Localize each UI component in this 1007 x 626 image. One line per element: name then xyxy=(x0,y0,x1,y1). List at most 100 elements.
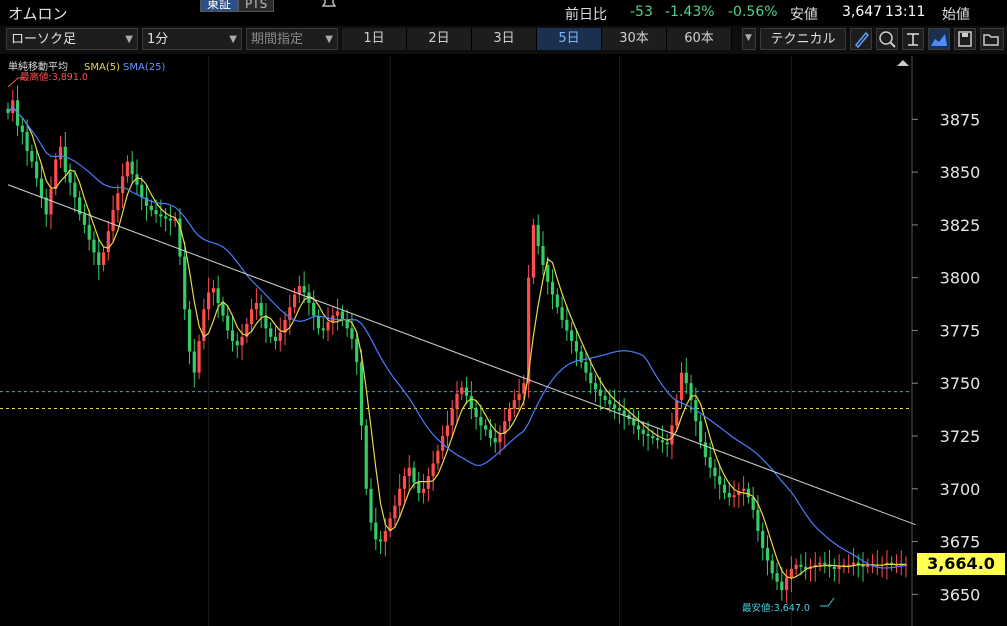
y-tick-label: 3675 xyxy=(940,533,981,552)
prev-close-label: 前日比 xyxy=(565,7,607,23)
export-icon xyxy=(907,33,919,46)
candle-body xyxy=(718,476,722,485)
candle-body xyxy=(770,560,774,574)
bell-icon[interactable] xyxy=(319,0,339,10)
chevron-down-icon: ▼ xyxy=(745,33,752,43)
candle-body xyxy=(727,493,731,498)
candle-body xyxy=(784,577,789,591)
low-annotation: 最安値:3,647.0 xyxy=(742,602,810,614)
candle-body xyxy=(484,425,488,430)
draw-button[interactable] xyxy=(850,28,872,50)
zoom-button[interactable] xyxy=(876,28,898,50)
exchange-tab-tse[interactable]: 東証 xyxy=(200,0,239,12)
candle-body xyxy=(82,214,87,225)
range-tab-5d[interactable]: 5日 xyxy=(537,28,602,50)
candle-body xyxy=(479,417,483,426)
legend-sma25: SMA(25) xyxy=(123,62,165,73)
candle-body xyxy=(402,476,407,489)
current-price-label: 3,664.0 xyxy=(917,553,1005,575)
candle-body xyxy=(97,252,101,265)
range-tab-2d[interactable]: 2日 xyxy=(407,28,472,50)
candle-body xyxy=(250,309,254,325)
candle-body xyxy=(412,467,416,483)
open-label: 始値 xyxy=(942,7,970,23)
candle-body xyxy=(584,362,588,373)
folder-icon xyxy=(983,34,999,46)
candle-body xyxy=(536,224,540,246)
candle-body xyxy=(732,495,736,498)
candle-body xyxy=(269,328,273,337)
toolbar: ローソク足 ▼ 1分 ▼ 期間指定 ▼ 1日 2日 3日 5日 30本 60本 … xyxy=(0,26,1007,54)
candle-body xyxy=(421,488,426,493)
candle-body xyxy=(359,362,364,426)
candle-body xyxy=(851,562,856,565)
candle-body xyxy=(20,125,24,132)
output-button[interactable] xyxy=(902,28,924,50)
period-select[interactable]: 期間指定 ▼ xyxy=(246,28,338,50)
open-folder-button[interactable] xyxy=(980,28,1004,50)
candle-body xyxy=(670,425,674,445)
candle-body xyxy=(340,311,344,320)
candle-body xyxy=(761,531,765,548)
candle-body xyxy=(741,488,746,491)
candle-body xyxy=(651,436,655,439)
technical-button[interactable]: テクニカル xyxy=(760,28,846,50)
candle-body xyxy=(555,294,559,308)
candle-body xyxy=(264,315,268,329)
save-button[interactable] xyxy=(954,28,976,50)
chevron-down-icon: ▼ xyxy=(125,34,133,45)
interval-select[interactable]: 1分 ▼ xyxy=(142,28,242,50)
range-dropdown-button[interactable]: ▼ xyxy=(742,28,756,50)
quote-time: 13:11 xyxy=(885,4,926,20)
interval-value: 1分 xyxy=(147,32,169,47)
candle-body xyxy=(364,425,368,489)
candle-body xyxy=(660,440,664,443)
candle-body xyxy=(823,562,827,565)
range-tab-30bars[interactable]: 30本 xyxy=(602,28,667,50)
candle-body xyxy=(565,319,569,331)
candle-body xyxy=(713,467,717,477)
candle-body xyxy=(507,408,512,422)
candle-body xyxy=(636,425,641,430)
candlestick-chart[interactable]: 3650 3675 3700 3725 3750 3775 3800 3825 3850 3875… xyxy=(0,56,1007,626)
candle-body xyxy=(54,159,58,189)
candle-body xyxy=(345,319,349,329)
candle-body xyxy=(369,488,373,523)
candle-body xyxy=(321,328,325,331)
candle-body xyxy=(665,442,669,445)
candle-body xyxy=(722,484,727,493)
candle-body xyxy=(512,400,516,409)
candle-body xyxy=(92,239,96,253)
candle-body xyxy=(617,408,622,411)
candle-body xyxy=(546,265,550,282)
change-value: -53 xyxy=(630,4,653,20)
exchange-tab-pts[interactable]: PTS xyxy=(238,0,275,12)
candle-body xyxy=(278,332,282,341)
candle-body xyxy=(646,433,650,436)
range-tab-1d[interactable]: 1日 xyxy=(342,28,407,50)
chart-type-select[interactable]: ローソク足 ▼ xyxy=(6,28,138,50)
candle-body xyxy=(488,429,493,439)
candle-body xyxy=(192,351,196,373)
range-tab-3d[interactable]: 3日 xyxy=(472,28,537,50)
change-pct: -1.43% xyxy=(665,4,715,20)
candle-body xyxy=(30,151,34,162)
range-tab-60bars[interactable]: 60本 xyxy=(667,28,732,50)
chart-style-button[interactable] xyxy=(928,28,950,50)
candle-body xyxy=(25,132,29,151)
area-chart-icon xyxy=(931,34,947,46)
exchange-tabs: 東証 PTS xyxy=(200,0,275,12)
candle-body xyxy=(326,322,330,331)
candle-body xyxy=(111,210,115,232)
candle-body xyxy=(498,433,502,443)
candle-body xyxy=(383,531,387,542)
candle-body xyxy=(818,562,822,565)
candle-body xyxy=(125,161,130,177)
candle-body xyxy=(197,341,201,373)
candle-body xyxy=(168,218,173,221)
candle-body xyxy=(756,509,760,531)
candle-body xyxy=(703,442,707,458)
candle-body xyxy=(312,303,316,316)
candle-body xyxy=(292,294,297,308)
candle-body xyxy=(259,303,263,316)
